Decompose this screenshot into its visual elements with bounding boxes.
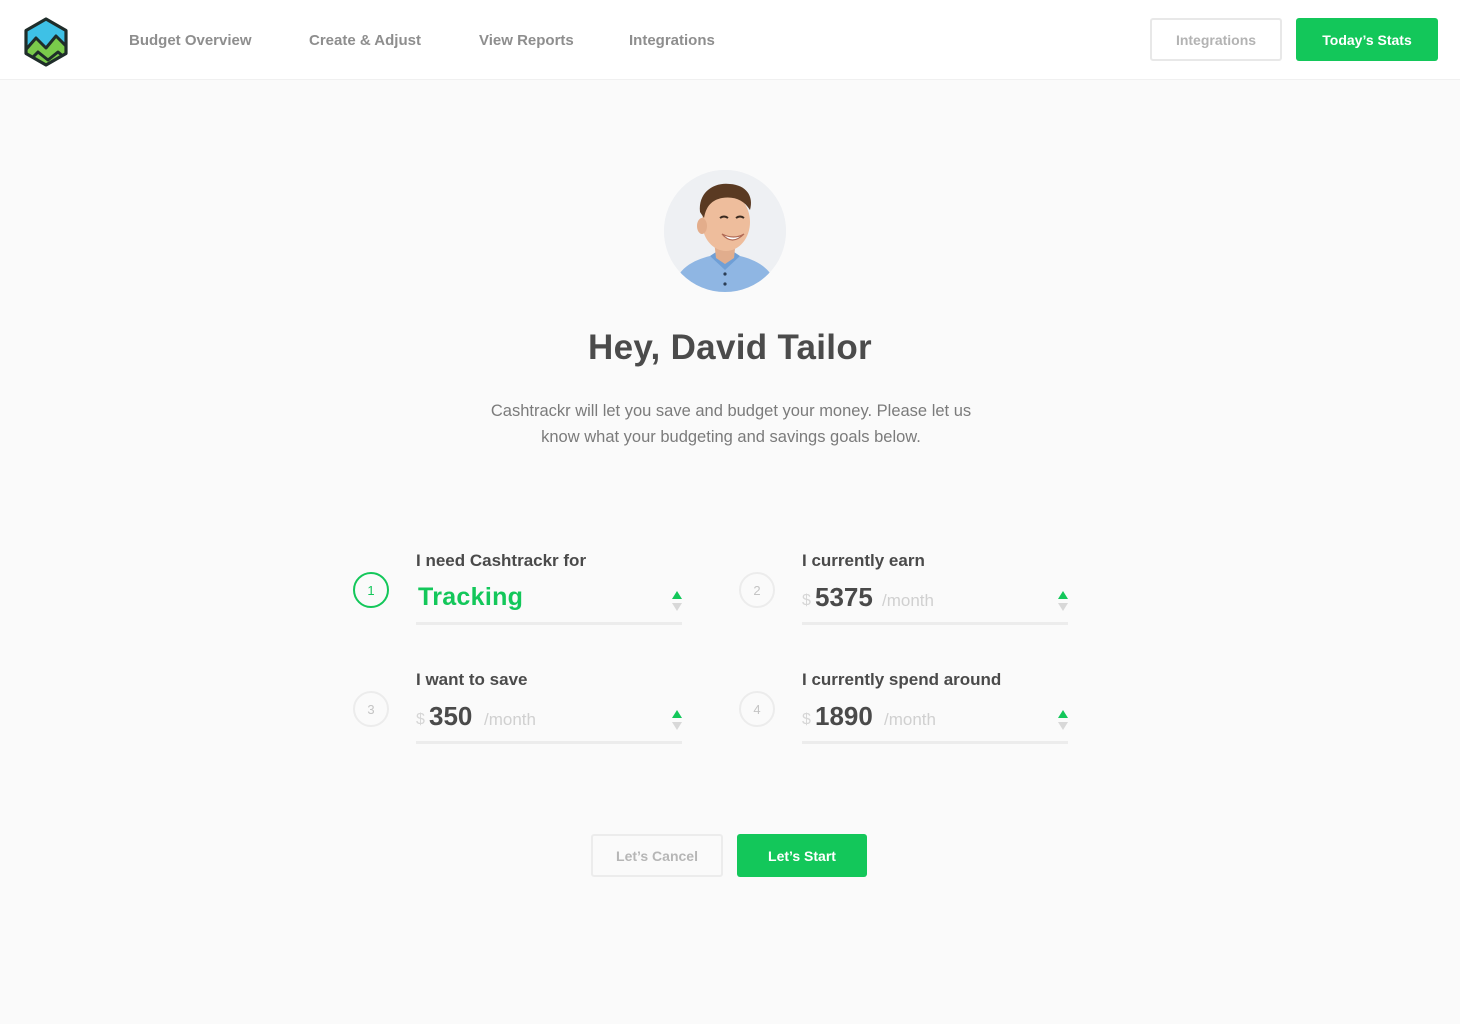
step-2-indicator: 2 xyxy=(739,572,775,608)
greeting-heading: Hey, David Tailor xyxy=(588,328,872,367)
arrow-up-icon[interactable] xyxy=(1058,591,1068,599)
purpose-spinner[interactable] xyxy=(672,591,682,613)
arrow-up-icon[interactable] xyxy=(672,710,682,718)
purpose-select[interactable]: Tracking xyxy=(416,575,682,625)
nav-create-adjust[interactable]: Create & Adjust xyxy=(309,0,421,80)
arrow-up-icon[interactable] xyxy=(672,591,682,599)
step-4-indicator: 4 xyxy=(739,691,775,727)
per-month-unit: /month xyxy=(882,591,934,610)
earn-spinner[interactable] xyxy=(1058,591,1068,613)
earn-value: 5375 xyxy=(815,582,873,612)
purpose-label: I need Cashtrackr for xyxy=(416,551,587,570)
spend-spinner[interactable] xyxy=(1058,710,1068,732)
top-navigation-bar: Budget Overview Create & Adjust View Rep… xyxy=(0,0,1460,80)
save-label: I want to save xyxy=(416,670,528,689)
arrow-down-icon[interactable] xyxy=(672,603,682,611)
currency-symbol: $ xyxy=(802,592,811,609)
save-spinner[interactable] xyxy=(672,710,682,732)
integrations-button[interactable]: Integrations xyxy=(1150,18,1282,61)
per-month-unit: /month xyxy=(484,710,536,729)
purpose-value: Tracking xyxy=(418,583,524,611)
earn-input[interactable]: $ 5375 /month xyxy=(802,575,1068,625)
arrow-down-icon[interactable] xyxy=(672,722,682,730)
arrow-down-icon[interactable] xyxy=(1058,722,1068,730)
spend-input[interactable]: $ 1890 /month xyxy=(802,694,1068,744)
save-value: 350 xyxy=(429,701,473,731)
spend-value: 1890 xyxy=(815,701,873,731)
intro-text: Cashtrackr will let you save and budget … xyxy=(490,402,972,446)
nav-integrations[interactable]: Integrations xyxy=(629,0,715,80)
arrow-down-icon[interactable] xyxy=(1058,603,1068,611)
currency-symbol: $ xyxy=(416,711,425,728)
nav-budget-overview[interactable]: Budget Overview xyxy=(129,0,252,80)
arrow-up-icon[interactable] xyxy=(1058,710,1068,718)
nav-view-reports[interactable]: View Reports xyxy=(479,0,574,80)
cashtrackr-logo-icon[interactable] xyxy=(22,16,70,68)
todays-stats-button[interactable]: Today’s Stats xyxy=(1296,18,1438,61)
step-1-indicator: 1 xyxy=(353,572,389,608)
avatar xyxy=(664,170,786,292)
currency-symbol: $ xyxy=(802,711,811,728)
start-button[interactable]: Let’s Start xyxy=(737,834,867,877)
per-month-unit: /month xyxy=(884,710,936,729)
save-input[interactable]: $ 350 /month xyxy=(416,694,682,744)
step-3-indicator: 3 xyxy=(353,691,389,727)
cancel-button[interactable]: Let’s Cancel xyxy=(591,834,723,877)
earn-label: I currently earn xyxy=(802,551,925,570)
spend-label: I currently spend around xyxy=(802,670,1002,689)
